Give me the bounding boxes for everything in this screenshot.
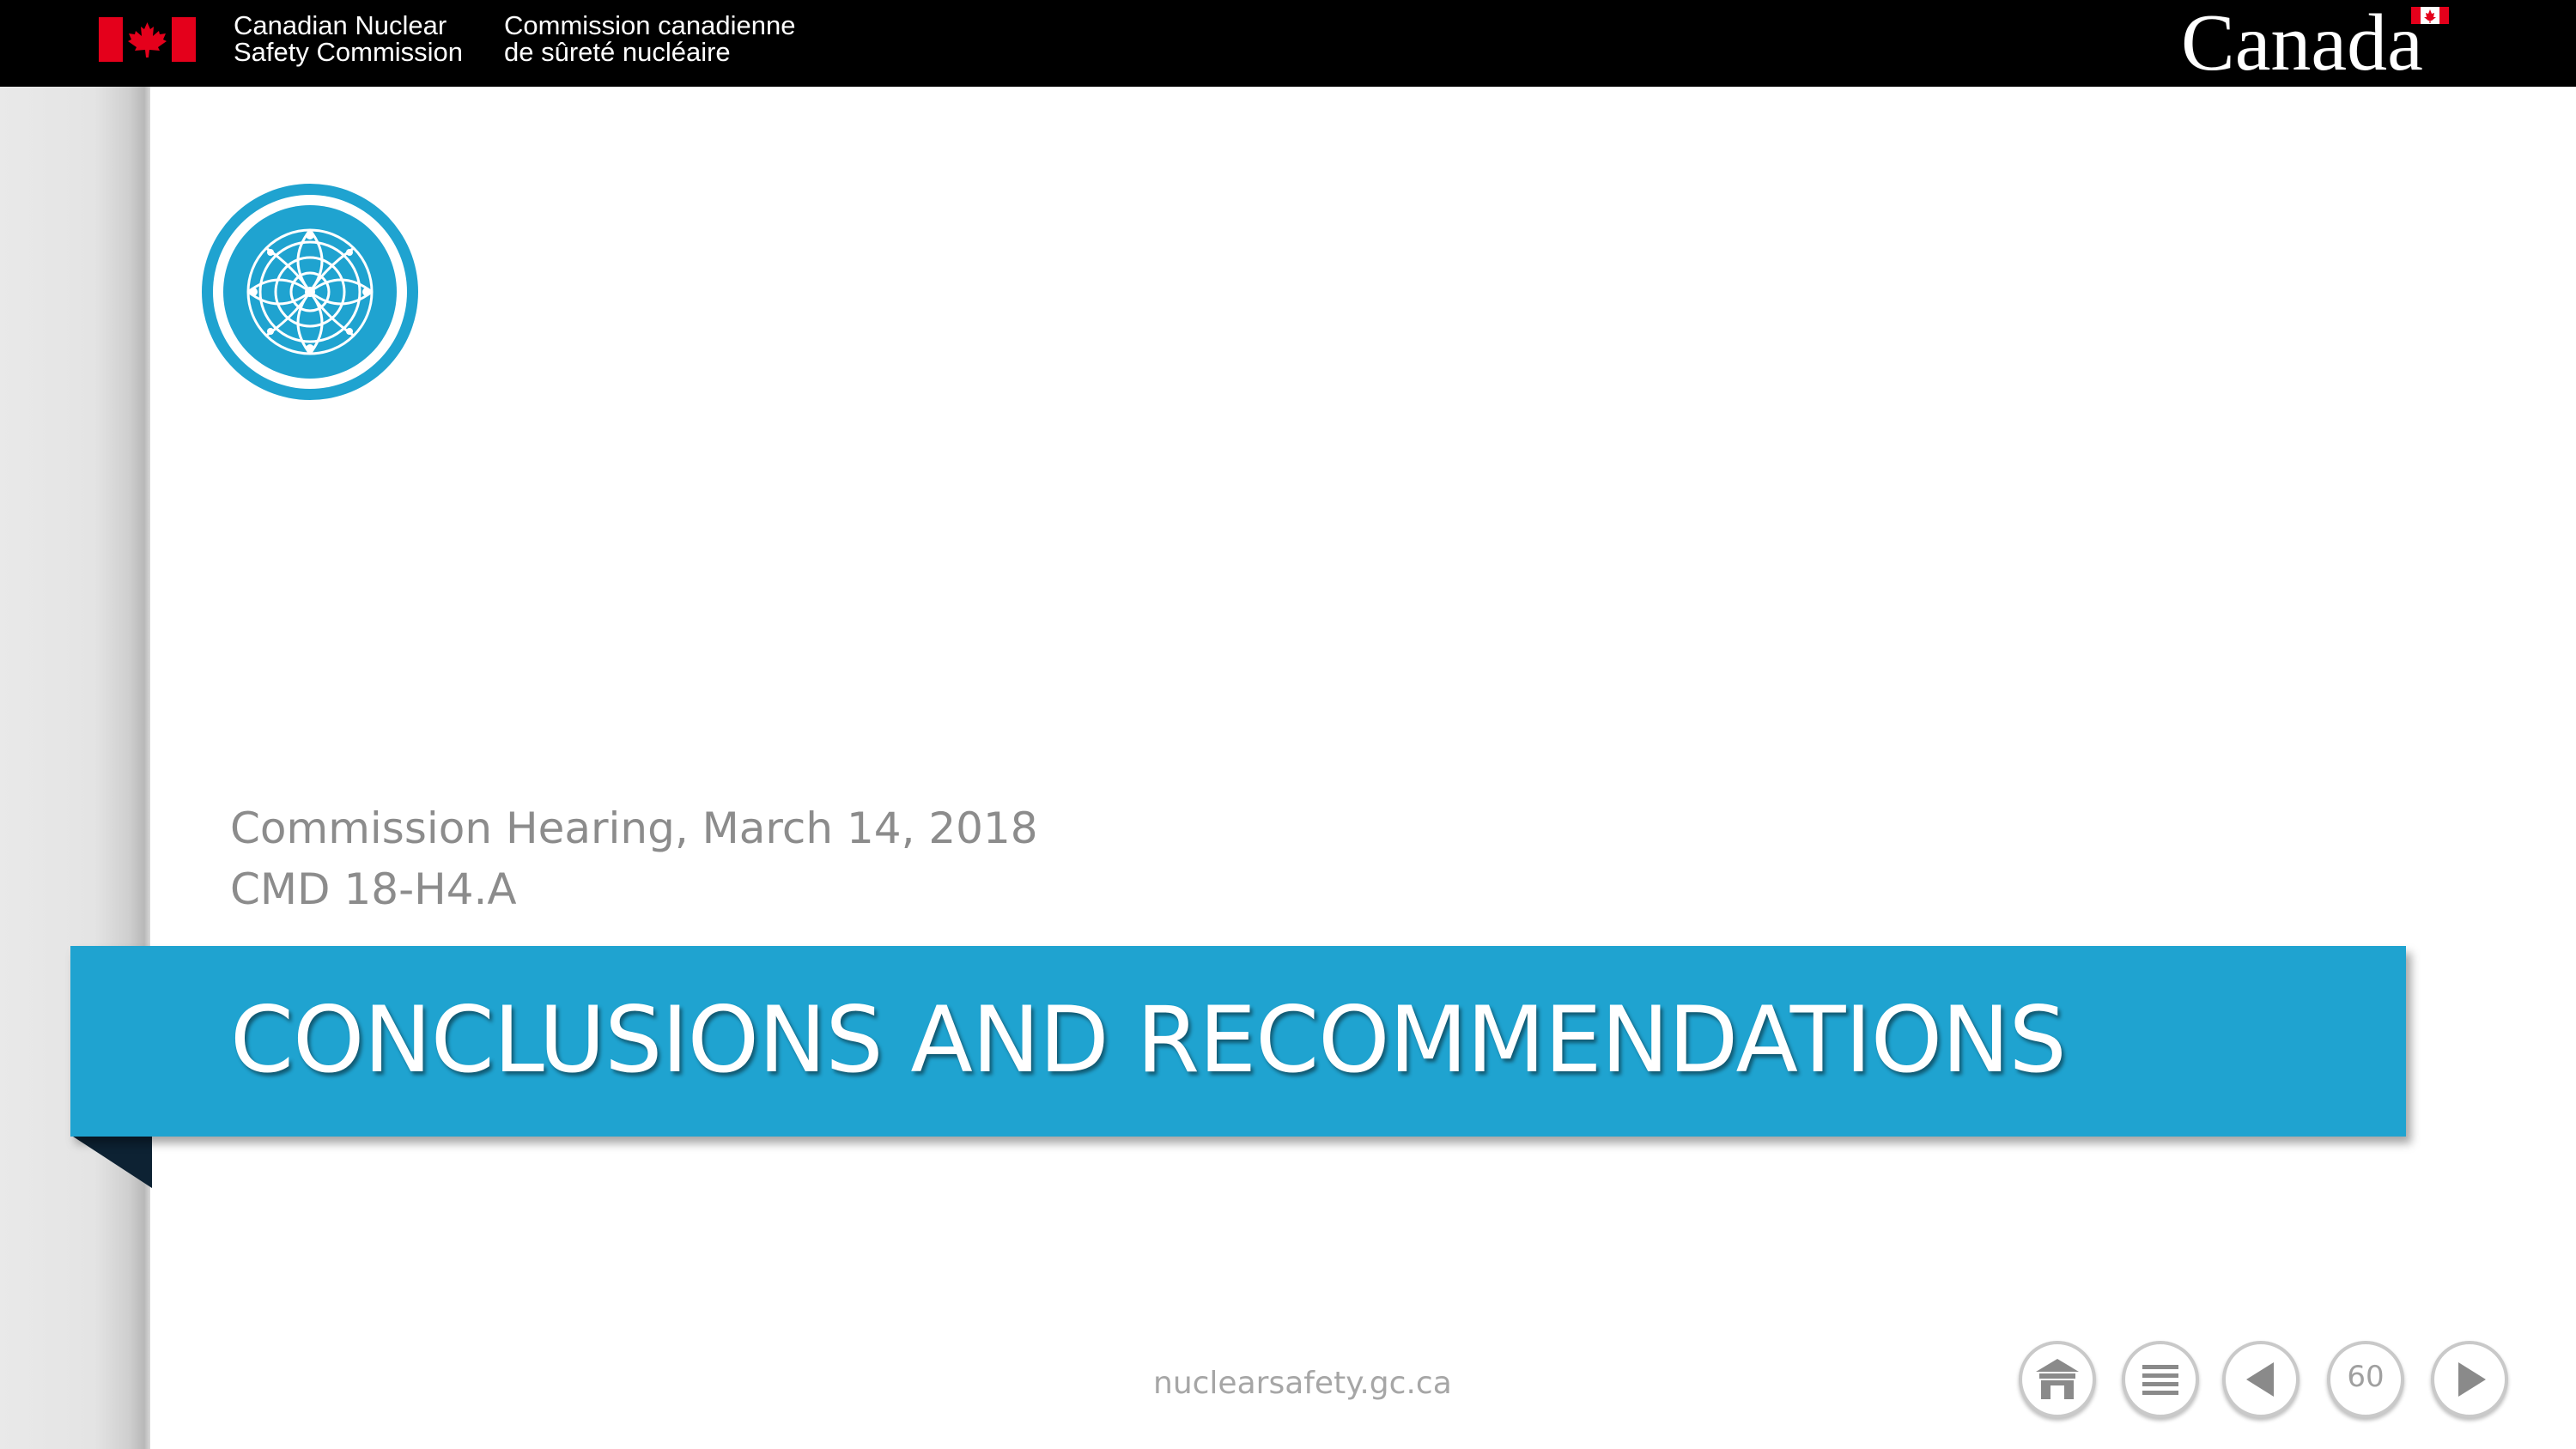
ribbon-fold [70, 1135, 152, 1188]
page-number: 60 [2347, 1360, 2385, 1394]
title-banner: CONCLUSIONS AND RECOMMENDATIONS [70, 946, 2406, 1137]
next-button[interactable] [2431, 1341, 2508, 1418]
slide-title: CONCLUSIONS AND RECOMMENDATIONS [230, 987, 2067, 1093]
page-number-button[interactable]: 60 [2327, 1341, 2404, 1418]
org-name-english-line1: Canadian Nuclear [234, 10, 447, 40]
canada-flag-icon [99, 17, 196, 62]
home-icon [2036, 1359, 2079, 1399]
org-name-french-line2: de sûreté nucléaire [504, 37, 731, 67]
org-name-english-line2: Safety Commission [234, 37, 464, 67]
org-name-french: Commission canadienne de sûreté nucléair… [504, 12, 795, 65]
home-button[interactable] [2019, 1341, 2096, 1418]
left-ribbon [0, 87, 150, 1449]
org-name-french-line1: Commission canadienne [504, 10, 796, 40]
slide-page: Canadian Nuclear Safety Commission Commi… [0, 0, 2576, 1449]
next-arrow-icon [2458, 1362, 2486, 1397]
canada-wordmark: Canada [2181, 0, 2423, 88]
footer-url[interactable]: nuclearsafety.gc.ca [1153, 1365, 1452, 1403]
previous-arrow-icon [2246, 1362, 2274, 1397]
org-name-english: Canadian Nuclear Safety Commission [234, 12, 463, 65]
menu-button[interactable] [2122, 1341, 2199, 1418]
menu-icon [2142, 1365, 2178, 1395]
government-header-bar: Canadian Nuclear Safety Commission Commi… [0, 0, 2576, 87]
wordmark-flag-icon [2411, 7, 2449, 24]
previous-button[interactable] [2222, 1341, 2300, 1418]
hearing-date-line: Commission Hearing, March 14, 2018 [230, 803, 1038, 853]
document-number-line: CMD 18-H4.A [230, 864, 517, 914]
commission-seal-icon [202, 184, 418, 400]
